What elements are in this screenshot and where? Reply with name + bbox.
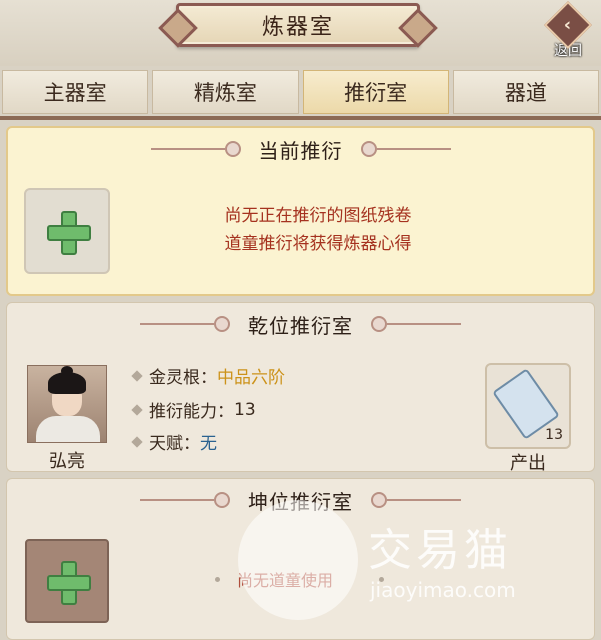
add-scroll-slot[interactable] [24, 188, 110, 274]
output-count: 13 [545, 427, 563, 443]
attr-spirit-root: 金灵根： 中品六阶 [131, 363, 285, 388]
bullet-icon [131, 403, 143, 416]
ornament-left-icon [140, 492, 230, 508]
portrait-bun [61, 366, 73, 376]
attr-talent: 天赋： 无 [131, 429, 217, 454]
qian-header: 乾位推衍室 [7, 309, 594, 339]
tab-divider [0, 116, 601, 120]
attr2-label: 推衍能力： [149, 402, 234, 422]
kun-room-panel: 坤位推衍室 尚无道童使用 [6, 478, 595, 640]
ornament-right-icon [371, 316, 461, 332]
tab-bar: 主器室 精炼室 推衍室 器道 [0, 70, 601, 114]
kun-status: 尚无道童使用 [237, 571, 334, 590]
current-line1: 尚无正在推衍的图纸残卷 [224, 206, 412, 226]
current-deduction-panel: 当前推衍 尚无正在推衍的图纸残卷 道童推衍将获得炼器心得 [6, 126, 595, 296]
attr1-label: 金灵根： [149, 368, 217, 388]
tab-main-forge[interactable]: 主器室 [2, 70, 149, 114]
character-name: 弘亮 [49, 451, 85, 472]
attr3-value: 无 [200, 434, 217, 454]
back-button[interactable]: ‹ 返回 [539, 0, 597, 62]
page-title: 炼器室 [261, 15, 334, 40]
ornament-right-icon [360, 141, 451, 157]
top-bar: 炼器室 ‹ 返回 [0, 0, 601, 66]
qian-room-panel: 乾位推衍室 弘亮 金灵根： 中品六阶 推衍能力： 13 天赋： 无 13 产出 [6, 302, 595, 474]
current-line2: 道童推衍将获得炼器心得 [224, 234, 412, 254]
character-portrait[interactable] [27, 365, 107, 443]
tab-dao[interactable]: 器道 [452, 70, 599, 114]
current-title: 当前推衍 [258, 138, 343, 163]
kun-title: 坤位推衍室 [248, 489, 353, 514]
dot-icon [215, 577, 220, 582]
tab-refine[interactable]: 精炼室 [152, 70, 299, 114]
current-info: 尚无正在推衍的图纸残卷 道童推衍将获得炼器心得 [158, 202, 478, 258]
attr-deduce-ability: 推衍能力： 13 [131, 397, 256, 422]
ornament-left-icon [150, 141, 241, 157]
dot-icon [379, 577, 384, 582]
current-header: 当前推衍 [8, 134, 593, 164]
bullet-icon [131, 369, 143, 382]
ornament-right-icon [371, 492, 461, 508]
attr3-label: 天赋： [149, 434, 200, 454]
attr1-value: 中品六阶 [217, 368, 285, 388]
plus-icon [47, 561, 91, 605]
add-disciple-slot[interactable] [25, 539, 109, 623]
kun-header: 坤位推衍室 [7, 485, 594, 515]
tab-deduce[interactable]: 推衍室 [302, 70, 449, 114]
attr2-value: 13 [234, 399, 256, 420]
bullet-icon [131, 435, 143, 448]
output-item-slot[interactable]: 13 [485, 363, 571, 449]
output-label: 产出 [510, 453, 546, 474]
qian-title: 乾位推衍室 [248, 313, 353, 338]
title-plaque: 炼器室 [176, 3, 420, 47]
plus-icon [47, 211, 91, 255]
back-arrow-icon: ‹ [543, 0, 593, 50]
ornament-left-icon [140, 316, 230, 332]
portrait-robe [36, 416, 100, 442]
